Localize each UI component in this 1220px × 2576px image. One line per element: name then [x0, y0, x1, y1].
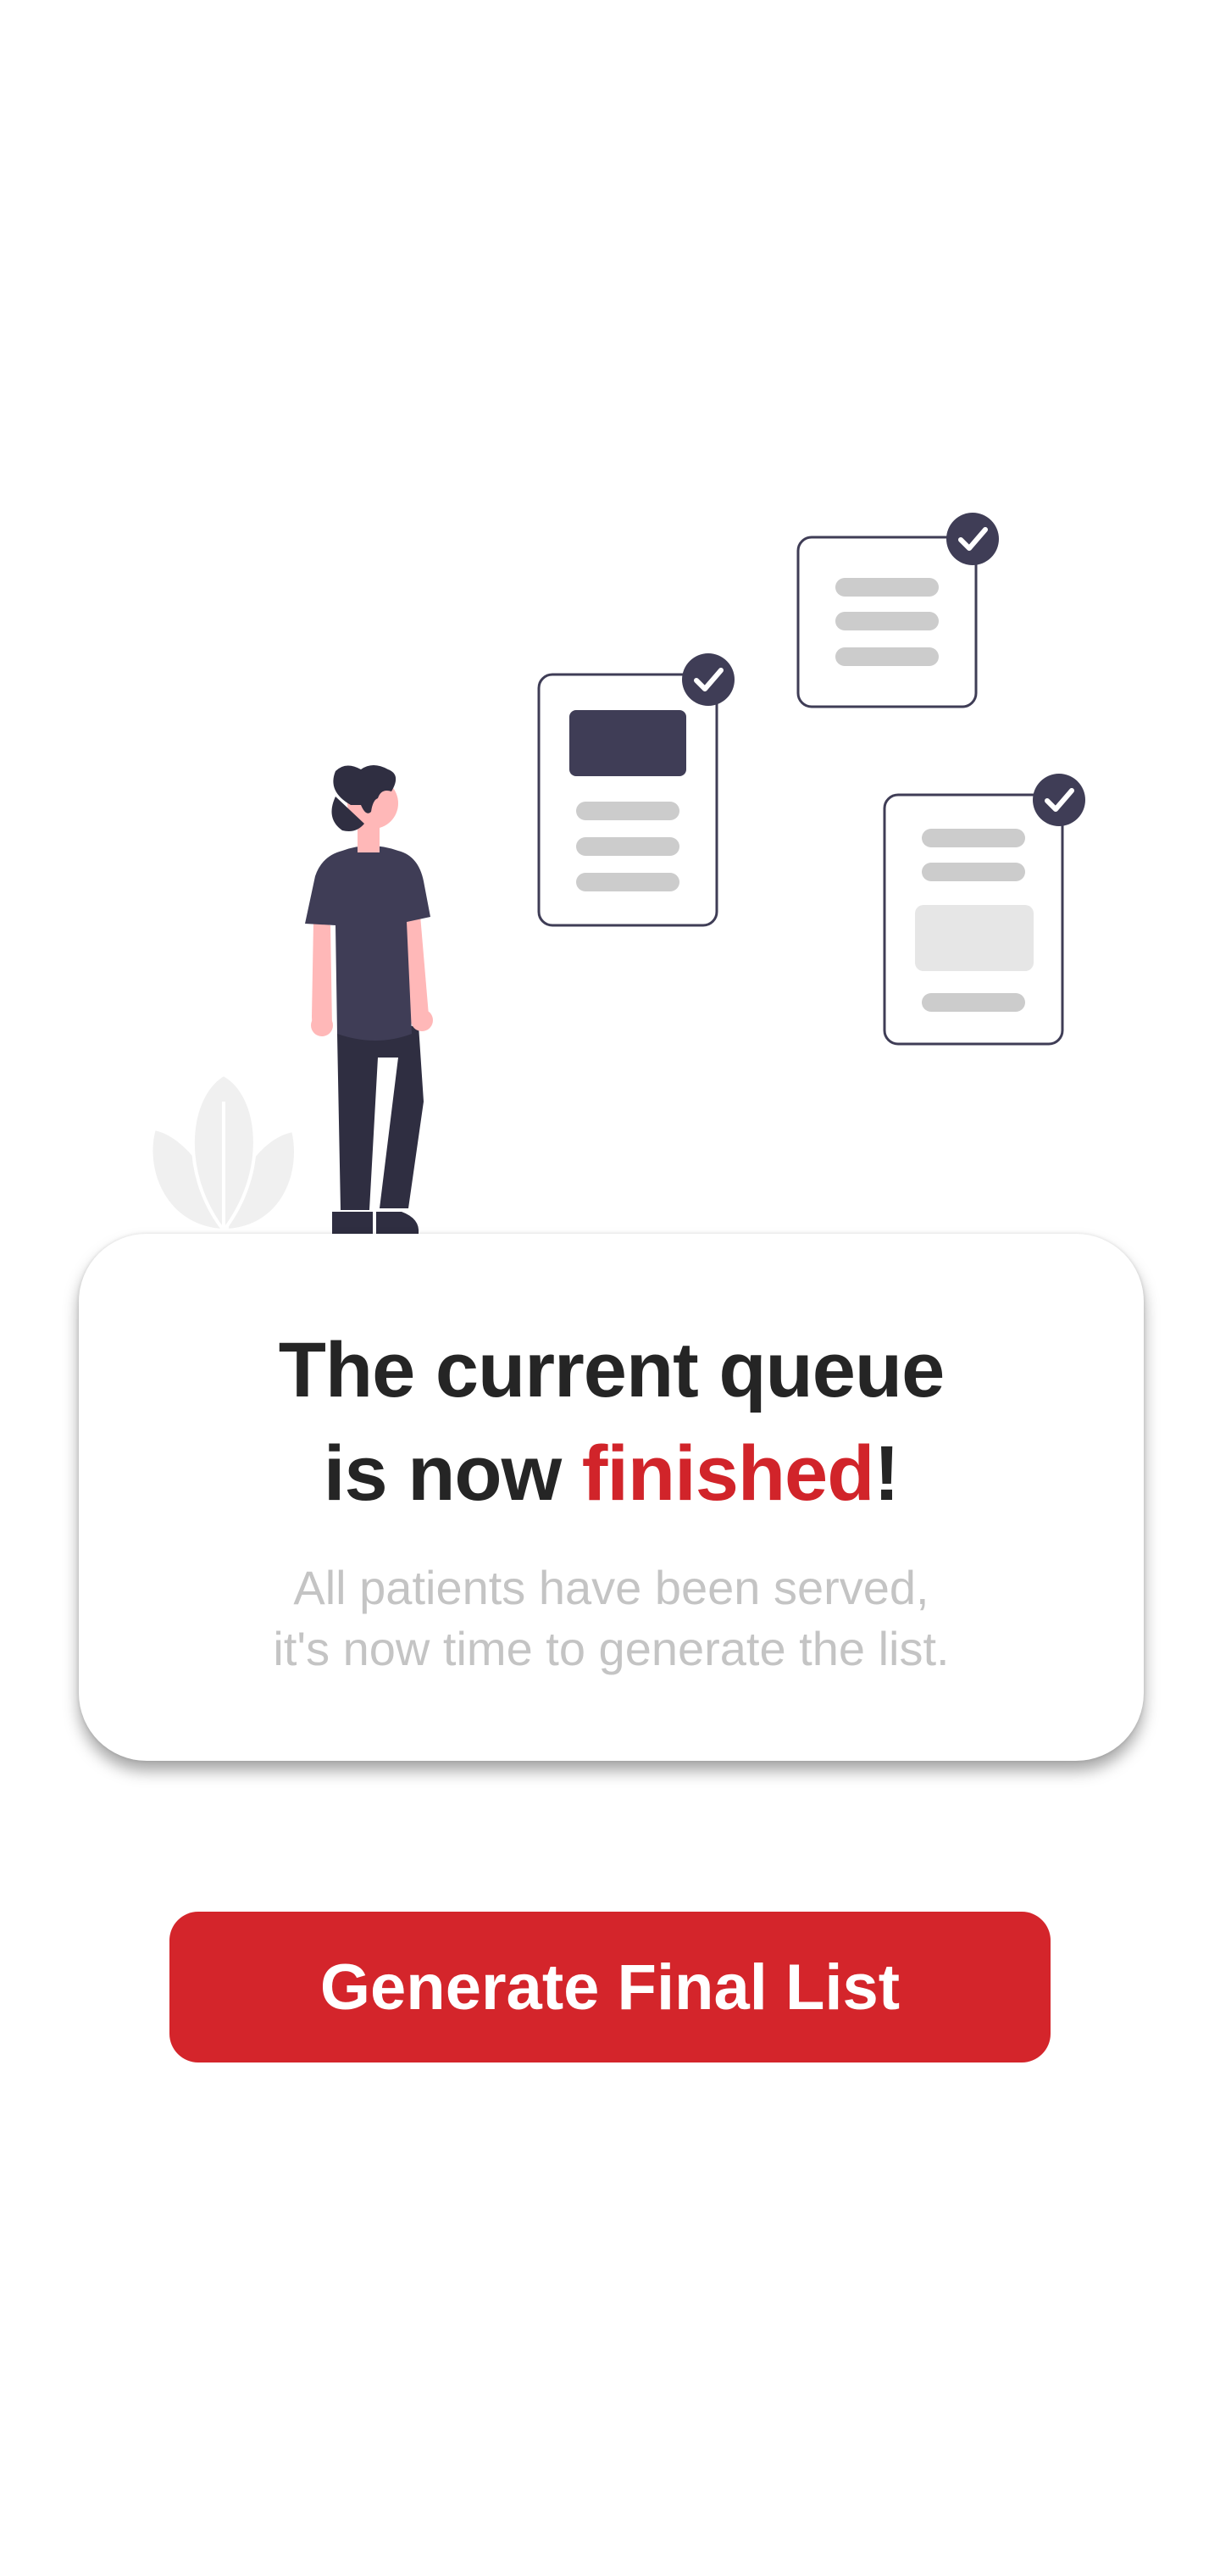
title-line-1: The current queue [278, 1327, 946, 1413]
document-icon [883, 793, 1064, 1046]
document-icon [537, 673, 718, 927]
subtitle-line-1: All patients have been served, [293, 1561, 929, 1614]
queue-finished-illustration [149, 513, 1085, 1234]
generate-final-list-button[interactable]: Generate Final List [169, 1912, 1051, 2062]
card-subtitle: All patients have been served, it's now … [79, 1557, 1144, 1679]
title-highlight: finished [581, 1430, 875, 1517]
card-title: The current queue is now finished! [79, 1319, 1144, 1525]
check-badge-icon [946, 513, 999, 565]
check-badge-icon [682, 653, 735, 706]
subtitle-line-2: it's now time to generate the list. [273, 1622, 950, 1675]
person-figure [305, 765, 433, 1234]
plant-leaf-icon [149, 1072, 297, 1234]
document-icon [796, 536, 978, 708]
title-line-2-prefix: is now [323, 1430, 582, 1517]
title-suffix: ! [873, 1430, 900, 1517]
check-badge-icon [1033, 774, 1085, 826]
queue-finished-card: The current queue is now finished! All p… [79, 1234, 1144, 1761]
